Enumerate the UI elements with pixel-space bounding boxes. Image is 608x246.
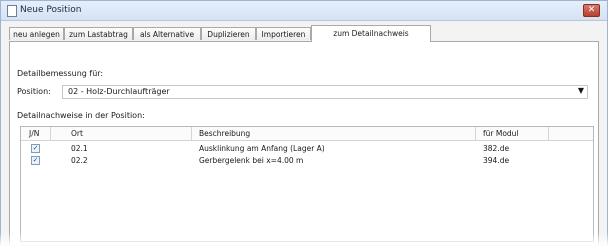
cell-beschreibung: Ausklinkung am Anfang (Lager A) — [199, 144, 325, 153]
list-label: Detailnachweise in der Position: — [17, 111, 145, 120]
tab-importieren[interactable]: Importieren — [256, 27, 311, 40]
column-divider[interactable] — [475, 127, 476, 140]
tab-zum-lastabtrag[interactable]: zum Lastabtrag — [64, 27, 133, 40]
tab-duplizieren[interactable]: Duplizieren — [201, 27, 256, 40]
position-label: Position: — [17, 87, 51, 96]
column-header-beschreibung[interactable]: Beschreibung — [199, 129, 250, 138]
tab-als-alternative[interactable]: als Alternative — [133, 27, 201, 40]
cell-ort: 02.2 — [71, 156, 88, 165]
table-row[interactable]: ✓ 02.2 Gerbergelenk bei x=4.00 m 394.de — [21, 155, 593, 166]
row-checkbox[interactable]: ✓ — [31, 156, 40, 165]
row-checkbox[interactable]: ✓ — [31, 144, 40, 153]
close-button[interactable]: ✕ — [583, 4, 600, 17]
detail-table: J/N Ort Beschreibung für Modul ✓ 02.1 Au… — [20, 126, 594, 242]
column-header-modul[interactable]: für Modul — [483, 129, 519, 138]
section-label: Detailbemessung für: — [17, 69, 104, 78]
column-divider[interactable] — [50, 127, 51, 140]
document-icon — [7, 5, 17, 17]
window-title: Neue Position — [20, 5, 82, 15]
tab-neu-anlegen[interactable]: neu anlegen — [9, 27, 64, 40]
table-row[interactable]: ✓ 02.1 Ausklinkung am Anfang (Lager A) 3… — [21, 143, 593, 154]
tab-bar: neu anlegen zum Lastabtrag als Alternati… — [9, 25, 599, 42]
table-header: J/N Ort Beschreibung für Modul — [21, 127, 593, 141]
column-divider[interactable] — [191, 127, 192, 140]
chevron-down-icon[interactable]: ▼ — [578, 86, 584, 95]
tab-zum-detailnachweis[interactable]: zum Detailnachweis — [311, 25, 431, 42]
title-bar[interactable]: Neue Position ✕ — [1, 1, 607, 21]
column-divider[interactable] — [548, 127, 549, 140]
cell-modul: 382.de — [483, 144, 510, 153]
bottom-fade — [0, 232, 608, 246]
column-header-ort[interactable]: Ort — [71, 129, 83, 138]
cell-ort: 02.1 — [71, 144, 88, 153]
dialog-window: Neue Position ✕ neu anlegen zum Lastabtr… — [0, 0, 608, 246]
position-select[interactable]: 02 - Holz-Durchlaufträger ▼ — [62, 85, 588, 99]
cell-modul: 394.de — [483, 156, 510, 165]
column-header-jn[interactable]: J/N — [29, 129, 39, 138]
cell-beschreibung: Gerbergelenk bei x=4.00 m — [199, 156, 304, 165]
tab-panel: Detailbemessung für: Position: 02 - Holz… — [9, 41, 599, 246]
position-select-value: 02 - Holz-Durchlaufträger — [68, 87, 170, 96]
